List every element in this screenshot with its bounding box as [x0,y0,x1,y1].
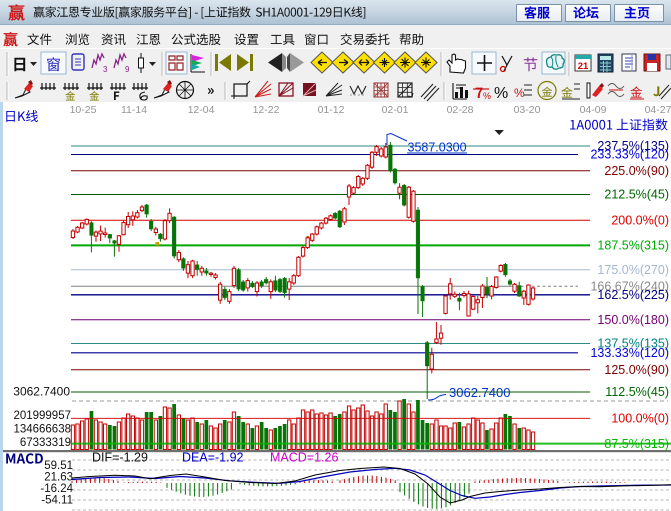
svg-text:3587.0300: 3587.0300 [408,141,467,155]
svg-text:125.0%(90): 125.0%(90) [604,363,669,377]
svg-text:12-04: 12-04 [188,104,215,116]
svg-text:150.0%(180): 150.0%(180) [597,313,669,327]
svg-text:233.33%(120): 233.33%(120) [590,148,669,162]
svg-text:162.5%(225): 162.5%(225) [597,288,669,302]
svg-text:-16.24: -16.24 [40,483,73,495]
svg-text:134666638: 134666638 [13,423,71,435]
svg-text:100.0%(0): 100.0%(0) [611,412,669,426]
svg-text:DEA=-1.92: DEA=-1.92 [182,451,244,465]
svg-text:DIF=-1.29: DIF=-1.29 [92,451,148,465]
svg-text:9: 9 [125,65,130,74]
svg-text:3062.7400: 3062.7400 [449,385,510,400]
svg-text:201999957: 201999957 [13,410,71,422]
svg-text:21.63: 21.63 [44,472,73,484]
svg-text:67333319: 67333319 [20,437,71,449]
svg-text:225.0%(90): 225.0%(90) [604,164,669,178]
svg-text:01-12: 01-12 [318,104,345,116]
svg-text:11-14: 11-14 [121,104,147,116]
svg-text:04-09: 04-09 [580,104,607,116]
svg-text:3062.7400: 3062.7400 [13,385,70,399]
svg-text:212.5%(45): 212.5%(45) [604,188,669,202]
svg-text:MACD=1.26: MACD=1.26 [270,451,338,465]
svg-text:04-27: 04-27 [645,104,671,116]
svg-text:59.51: 59.51 [44,460,73,472]
svg-text:-54.11: -54.11 [41,494,73,506]
svg-text:%: % [514,86,525,100]
svg-text:10-25: 10-25 [70,104,97,116]
svg-text:187.5%(315): 187.5%(315) [597,239,669,253]
svg-text:%: % [494,85,508,102]
svg-text:02-01: 02-01 [382,104,409,116]
svg-text:%: % [483,91,491,101]
svg-text:133.33%(120): 133.33%(120) [590,346,669,360]
svg-text:02-28: 02-28 [447,104,474,116]
svg-text:3: 3 [103,65,108,74]
svg-text:12-22: 12-22 [253,104,280,116]
svg-text:112.5%(45): 112.5%(45) [605,385,669,399]
svg-text:200.0%(0): 200.0%(0) [611,214,669,228]
svg-text:03-20: 03-20 [514,104,541,116]
svg-text:175.0%(270): 175.0%(270) [597,263,669,277]
svg-text:21: 21 [578,61,589,72]
